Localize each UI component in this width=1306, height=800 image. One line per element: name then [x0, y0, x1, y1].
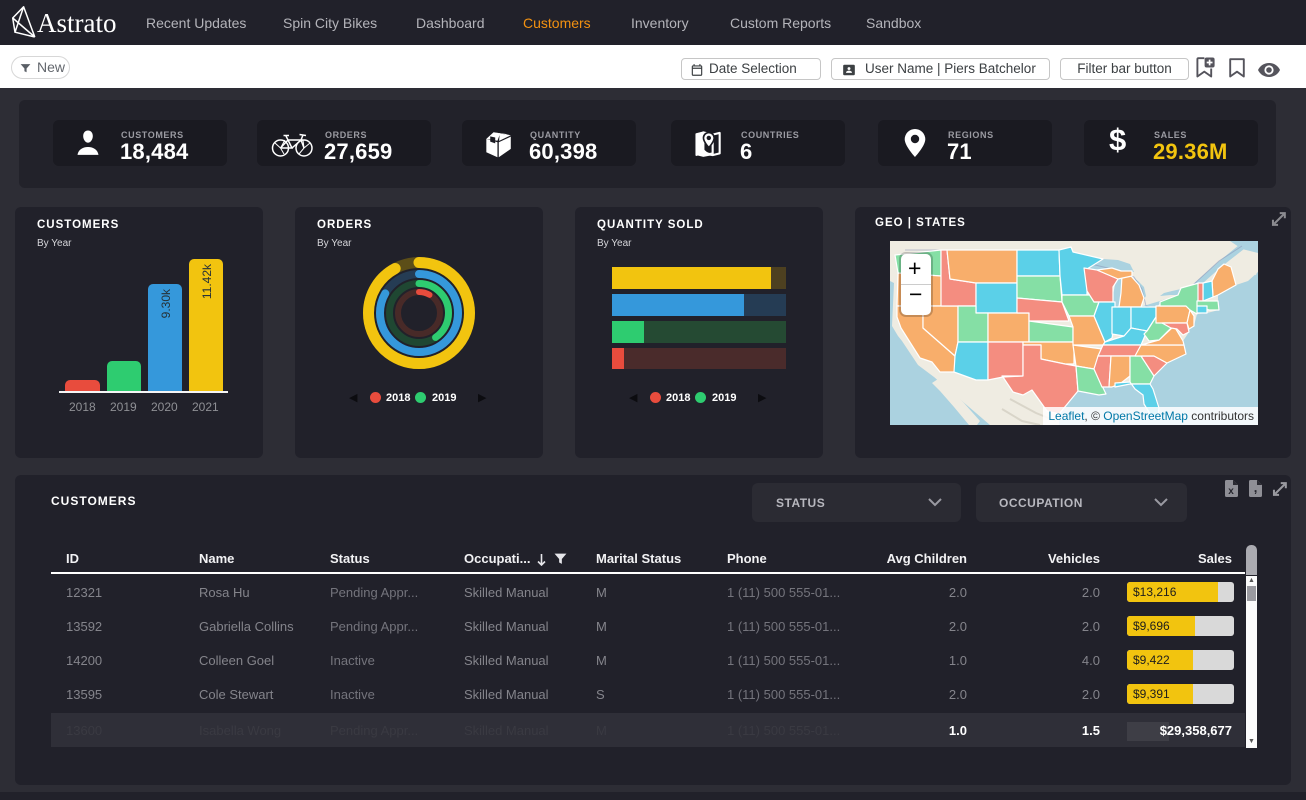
svg-text:,: , — [1254, 480, 1258, 495]
svg-text:x: x — [1228, 486, 1234, 497]
